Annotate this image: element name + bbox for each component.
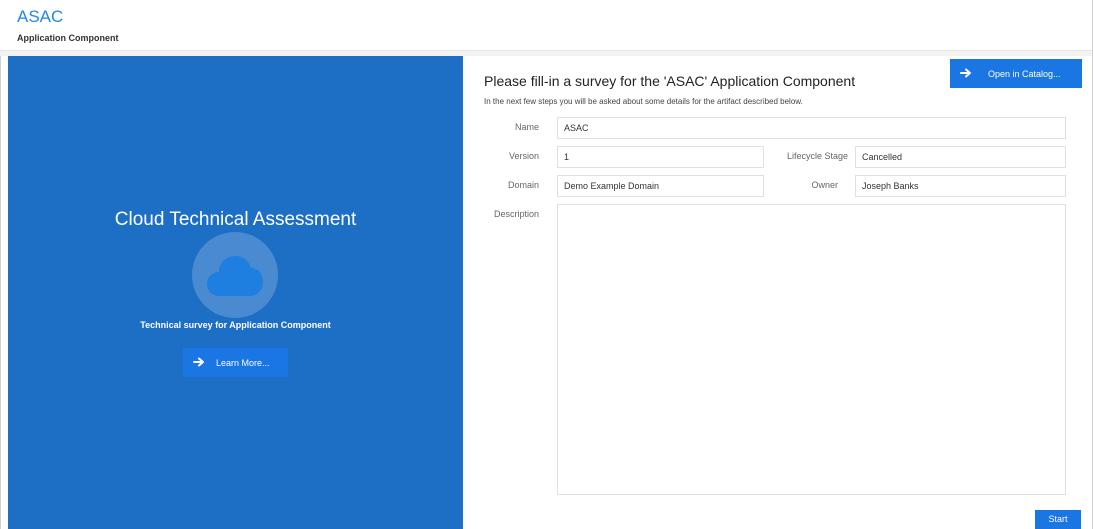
arrow-right-icon	[193, 356, 205, 370]
learn-more-button[interactable]: Learn More...	[183, 348, 288, 377]
start-button[interactable]: Start	[1035, 510, 1081, 529]
domain-field[interactable]: Demo Example Domain	[557, 175, 764, 197]
arrow-right-icon	[960, 67, 972, 81]
description-label: Description	[493, 209, 539, 219]
left-edge	[0, 56, 8, 529]
learn-more-label: Learn More...	[216, 357, 270, 368]
lifecycle-stage-field[interactable]: Cancelled	[855, 146, 1066, 168]
name-label: Name	[514, 122, 539, 132]
panel-title: Cloud Technical Assessment	[114, 209, 357, 230]
owner-field[interactable]: Joseph Banks	[855, 175, 1066, 197]
lifecycle-stage-label: Lifecycle Stage	[786, 151, 848, 161]
app-title: ASAC	[17, 7, 64, 26]
open-in-catalog-label: Open in Catalog...	[988, 68, 1061, 79]
version-field[interactable]: 1	[557, 146, 764, 168]
app-header: ASAC Application Component	[0, 0, 1093, 51]
survey-intro-text: In the next few steps you will be asked …	[484, 97, 803, 106]
cloud-icon	[192, 232, 278, 318]
open-in-catalog-button[interactable]: Open in Catalog...	[950, 59, 1082, 88]
app-subtitle: Application Component	[17, 33, 119, 43]
survey-heading: Please fill-in a survey for the 'ASAC' A…	[484, 73, 856, 89]
description-textarea[interactable]	[557, 204, 1066, 495]
owner-label: Owner	[811, 180, 838, 190]
survey-intro-panel: Cloud Technical Assessment Technical sur…	[8, 56, 463, 529]
version-label: Version	[508, 151, 539, 161]
name-field[interactable]: ASAC	[557, 117, 1066, 139]
domain-label: Domain	[507, 180, 539, 190]
panel-subtitle: Technical survey for Application Compone…	[140, 320, 331, 330]
